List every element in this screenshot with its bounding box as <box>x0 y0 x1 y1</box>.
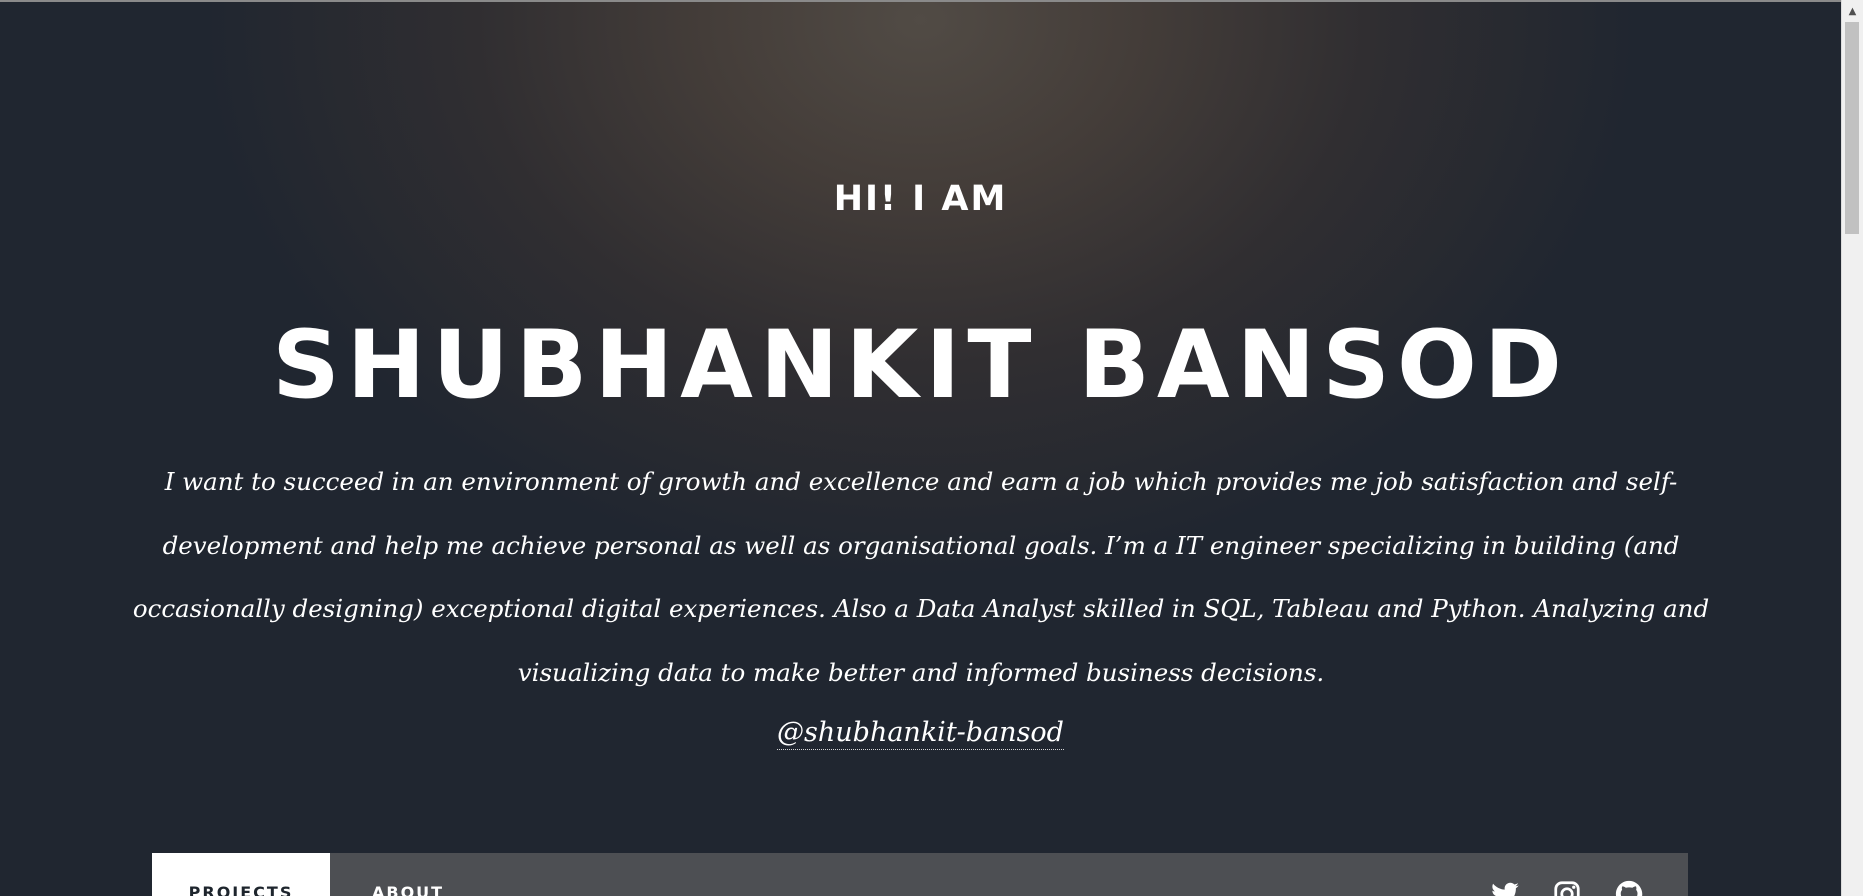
vertical-scrollbar[interactable]: ▲ <box>1841 0 1863 896</box>
handle-container: @shubhankit-bansod <box>0 708 1841 758</box>
tab-about[interactable]: ABOUT <box>372 853 444 896</box>
github-icon[interactable] <box>1614 879 1644 896</box>
browser-viewport: HI! I AM SHUBHANKIT BANSOD I want to suc… <box>0 0 1841 896</box>
greeting-heading: HI! I AM <box>833 179 1008 219</box>
profile-handle-link[interactable]: @shubhankit-bansod <box>777 717 1064 750</box>
tab-projects[interactable]: PROJECTS <box>152 853 330 896</box>
instagram-icon[interactable] <box>1552 879 1582 896</box>
scrollbar-thumb[interactable] <box>1845 22 1859 234</box>
main-nav-bar: PROJECTS ABOUT <box>152 853 1688 896</box>
name-title: SHUBHANKIT BANSOD <box>272 311 1569 420</box>
social-links <box>1490 879 1644 896</box>
twitter-icon[interactable] <box>1490 879 1520 896</box>
scroll-up-arrow-icon[interactable]: ▲ <box>1842 0 1863 22</box>
bio-paragraph: I want to succeed in an environment of g… <box>132 467 1710 687</box>
